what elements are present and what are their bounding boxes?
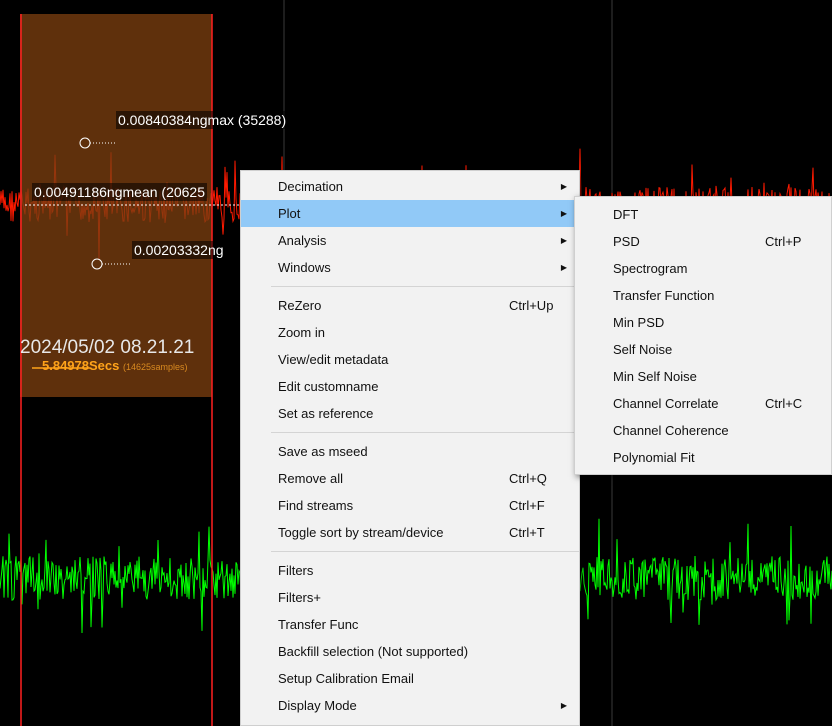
submenu-item-shortcut: Ctrl+C <box>765 396 803 411</box>
menu-item-plot[interactable]: Plot ▶ <box>241 200 579 227</box>
menu-item-filters[interactable]: Filters+ <box>241 584 579 611</box>
submenu-item-label: Spectrogram <box>613 261 688 276</box>
menu-item-label: Save as mseed <box>278 444 368 459</box>
submenu-item-channel-coherence[interactable]: Channel Coherence <box>575 417 831 444</box>
menu-item-transfer-func[interactable]: Transfer Func <box>241 611 579 638</box>
submenu-item-shortcut: Ctrl+P <box>765 234 802 249</box>
menu-item-label: Remove all <box>278 471 344 486</box>
submenu-item-label: DFT <box>613 207 639 222</box>
submenu-arrow-icon: ▶ <box>560 263 567 272</box>
menu-item-label: Filters+ <box>278 590 321 605</box>
menu-item-label: Setup Calibration Email <box>278 671 414 686</box>
menu-item-shortcut: Ctrl+Q <box>509 471 547 486</box>
submenu-item-min-self-noise[interactable]: Min Self Noise <box>575 363 831 390</box>
menu-item-zoom-in[interactable]: Zoom in <box>241 319 579 346</box>
menu-item-view-edit-metadata[interactable]: View/edit metadata <box>241 346 579 373</box>
context-menu: Decimation ▶ Plot ▶ Analysis ▶ Windows ▶ ReZero C… <box>240 170 580 726</box>
menu-item-label: Set as reference <box>278 406 374 421</box>
menu-item-label: Toggle sort by stream/device <box>278 525 444 540</box>
menu-separator <box>271 551 579 552</box>
menu-item-set-as-reference[interactable]: Set as reference <box>241 400 579 427</box>
submenu-item-label: Channel Coherence <box>613 423 729 438</box>
submenu-item-label: PSD <box>613 234 640 249</box>
menu-item-analysis[interactable]: Analysis ▶ <box>241 227 579 254</box>
menu-separator <box>271 286 579 287</box>
submenu-item-label: Min Self Noise <box>613 369 697 384</box>
menu-item-label: Windows <box>278 260 331 275</box>
menu-item-toggle-sort-by-stream-device[interactable]: Toggle sort by stream/device Ctrl+T <box>241 519 579 546</box>
submenu-arrow-icon: ▶ <box>560 182 567 191</box>
submenu-item-transfer-function[interactable]: Transfer Function <box>575 282 831 309</box>
menu-item-shortcut: Ctrl+Up <box>509 298 554 313</box>
submenu-arrow-icon: ▶ <box>560 209 567 218</box>
menu-item-filters[interactable]: Filters <box>241 557 579 584</box>
menu-item-edit-customname[interactable]: Edit customname <box>241 373 579 400</box>
menu-item-windows[interactable]: Windows ▶ <box>241 254 579 281</box>
submenu-item-label: Channel Correlate <box>613 396 719 411</box>
submenu-arrow-icon: ▶ <box>560 236 567 245</box>
menu-item-label: Display Mode <box>278 698 357 713</box>
submenu-item-label: Self Noise <box>613 342 673 357</box>
menu-item-label: View/edit metadata <box>278 352 389 367</box>
menu-item-label: Decimation <box>278 179 344 194</box>
submenu-item-dft[interactable]: DFT <box>575 201 831 228</box>
submenu-item-label: Polynomial Fit <box>613 450 695 465</box>
menu-item-find-streams[interactable]: Find streams Ctrl+F <box>241 492 579 519</box>
menu-item-shortcut: Ctrl+F <box>509 498 545 513</box>
menu-item-label: Transfer Func <box>278 617 359 632</box>
samples-value: (14625samples) <box>122 362 188 372</box>
submenu-item-self-noise[interactable]: Self Noise <box>575 336 831 363</box>
duration-value: 5.84978Secs <box>42 358 120 373</box>
menu-item-rezero[interactable]: ReZero Ctrl+Up <box>241 292 579 319</box>
submenu-item-psd[interactable]: PSD Ctrl+P <box>575 228 831 255</box>
submenu-item-label: Transfer Function <box>613 288 715 303</box>
menu-item-label: Plot <box>278 206 301 221</box>
menu-item-label: Filters <box>278 563 314 578</box>
menu-item-setup-calibration-email[interactable]: Setup Calibration Email <box>241 665 579 692</box>
submenu-item-polynomial-fit[interactable]: Polynomial Fit <box>575 444 831 471</box>
menu-item-display-mode[interactable]: Display Mode ▶ <box>241 692 579 719</box>
menu-item-decimation[interactable]: Decimation ▶ <box>241 173 579 200</box>
submenu-item-min-psd[interactable]: Min PSD <box>575 309 831 336</box>
menu-item-save-as-mseed[interactable]: Save as mseed <box>241 438 579 465</box>
menu-separator <box>271 432 579 433</box>
max-label: 0.00840384ngmax (35288) <box>116 111 289 129</box>
submenu-item-label: Min PSD <box>613 315 665 330</box>
submenu-arrow-icon: ▶ <box>560 701 567 710</box>
menu-item-label: Analysis <box>278 233 327 248</box>
mean-label: 0.00491186ngmean (20625 <box>32 183 208 201</box>
menu-item-label: Find streams <box>278 498 354 513</box>
menu-item-label: Edit customname <box>278 379 379 394</box>
menu-item-backfill-selection-not-supported[interactable]: Backfill selection (Not supported) <box>241 638 579 665</box>
menu-item-label: Backfill selection (Not supported) <box>278 644 469 659</box>
menu-item-label: ReZero <box>278 298 322 313</box>
menu-item-label: Zoom in <box>278 325 325 340</box>
duration-label: 5.84978Secs (14625samples) <box>42 358 188 373</box>
timestamp-label: 2024/05/02 08.21.21 <box>20 337 195 358</box>
submenu-item-channel-correlate[interactable]: Channel Correlate Ctrl+C <box>575 390 831 417</box>
plot-submenu: DFT PSD Ctrl+P Spectrogram Transfer Function… <box>574 196 832 475</box>
min-label: 0.00203332ng <box>132 241 226 259</box>
menu-item-shortcut: Ctrl+T <box>509 525 545 540</box>
menu-item-remove-all[interactable]: Remove all Ctrl+Q <box>241 465 579 492</box>
submenu-item-spectrogram[interactable]: Spectrogram <box>575 255 831 282</box>
